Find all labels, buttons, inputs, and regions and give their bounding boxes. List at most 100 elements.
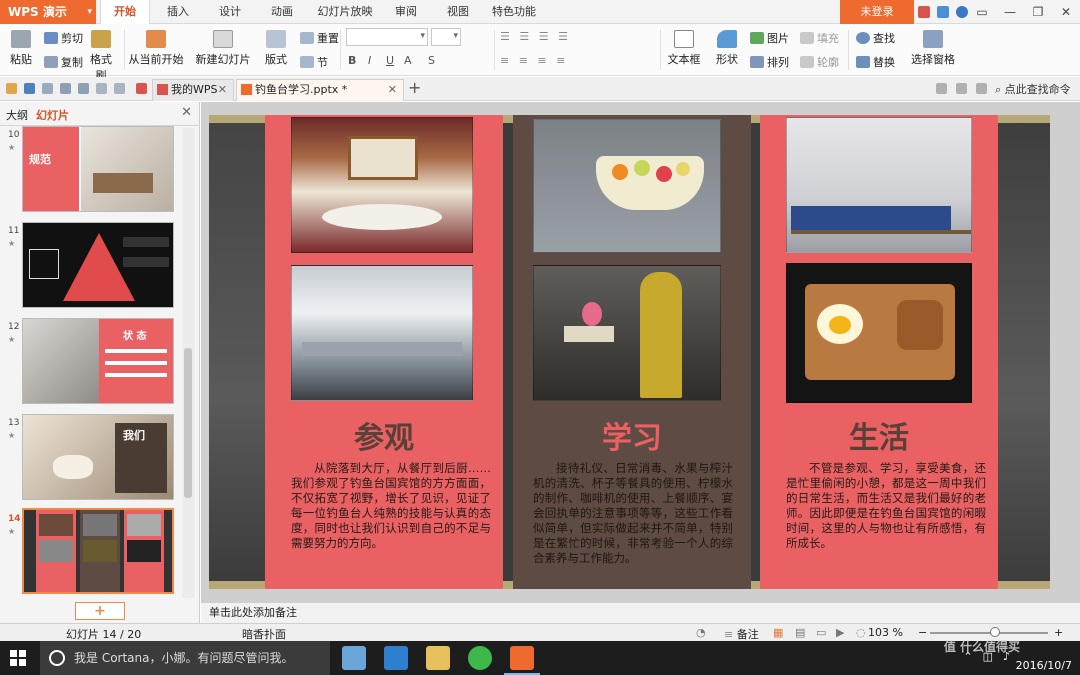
close-icon[interactable]: ✕	[1052, 0, 1080, 24]
zoom-slider[interactable]	[930, 632, 1048, 634]
underline-icon[interactable]: U	[386, 54, 394, 67]
shirt-icon[interactable]	[937, 6, 949, 18]
help-icon[interactable]	[956, 6, 968, 18]
zoom-level[interactable]: 103 %	[868, 626, 903, 639]
command-search[interactable]: ⌕ 点此查找命令	[995, 81, 1071, 97]
tab-slides[interactable]: 幻灯片	[36, 107, 69, 123]
select-pane-button[interactable]: 选择窗格	[910, 30, 956, 67]
close-icon[interactable]: ✕	[388, 80, 397, 100]
browser-app-icon[interactable]	[468, 646, 492, 670]
login-button[interactable]: 未登录	[840, 0, 914, 24]
thumbnail-text: 我们	[123, 429, 145, 442]
reading-view-icon[interactable]: ▭	[816, 626, 826, 639]
layout-button[interactable]: 版式	[260, 30, 292, 67]
italic-icon[interactable]: I	[368, 54, 371, 67]
notes-placeholder: 单击此处添加备注	[209, 606, 297, 619]
panel-visit[interactable]: 参观 从院落到大厅，从餐厅到后厨……我们参观了钓鱼台国宾馆的方方面面，不仅拓宽了…	[265, 115, 503, 589]
collapse-icon[interactable]	[976, 83, 987, 94]
paragraph-icons[interactable]: ☰ ☰ ☰ ☰	[500, 30, 571, 43]
clock[interactable]: 2016/10/7	[1016, 643, 1072, 673]
tab-features[interactable]: 特色功能	[490, 0, 538, 24]
align-icons[interactable]: ≡ ≡ ≡ ≡	[500, 54, 568, 67]
panel-life[interactable]: 生活 不管是参观、学习，享受美食，还是忙里偷闲的小憩，都是这一周中我们的日常生活…	[760, 115, 998, 589]
wps-app-icon[interactable]	[504, 646, 540, 675]
panel-study[interactable]: 学习 接待礼仪、日常消毒、水果与榨汁机的清洗、杯子等餐具的使用、柠檬水的制作、咖…	[513, 115, 751, 589]
sorter-view-icon[interactable]: ▤	[795, 626, 805, 639]
slide[interactable]: 参观 从院落到大厅，从餐厅到后厨……我们参观了钓鱼台国宾馆的方方面面，不仅拓宽了…	[209, 115, 1050, 589]
tips-icon[interactable]: ◌	[856, 626, 866, 639]
tab-insert[interactable]: 插入	[160, 0, 196, 24]
tab-document[interactable]: 钓鱼台学习.pptx * ✕	[236, 79, 404, 101]
format-painter-button[interactable]: 格式刷	[86, 30, 116, 83]
picture-button[interactable]: 图片	[750, 30, 789, 46]
zoom-out-icon[interactable]: −	[918, 626, 927, 639]
tab-view[interactable]: 视图	[440, 0, 476, 24]
textbox-button[interactable]: 文本框	[664, 30, 704, 67]
section-button[interactable]: 节	[300, 54, 328, 70]
replace-button[interactable]: 替换	[856, 54, 895, 70]
edge-app-icon[interactable]	[384, 646, 408, 670]
shape-button[interactable]: 形状	[710, 30, 744, 67]
font-size-select[interactable]	[431, 28, 461, 46]
zoom-slider-handle[interactable]	[989, 627, 1000, 637]
outline-button[interactable]: 轮廓	[800, 54, 839, 70]
arrange-button[interactable]: 排列	[750, 54, 789, 70]
copy-button[interactable]: 复制	[44, 54, 83, 70]
normal-view-icon[interactable]: ▦	[773, 626, 783, 639]
cortana-search-box[interactable]: 我是 Cortana，小娜。有问题尽管问我。	[40, 641, 330, 675]
paste-button[interactable]: 粘贴	[6, 30, 36, 67]
maximize-icon[interactable]: ❐	[1024, 0, 1052, 24]
close-icon[interactable]: ✕	[181, 105, 192, 120]
separator	[124, 30, 125, 70]
minimize-icon[interactable]: —	[996, 0, 1024, 24]
pin-icon[interactable]	[136, 83, 147, 94]
file-icon[interactable]	[956, 83, 967, 94]
tab-slideshow[interactable]: 幻灯片放映	[316, 0, 374, 24]
cut-button[interactable]: 剪切	[44, 30, 83, 46]
add-tab-icon[interactable]: +	[408, 78, 421, 97]
app-menu-button[interactable]: WPS 演示 ▾	[0, 0, 96, 24]
tab-outline[interactable]: 大纲	[6, 107, 28, 123]
shape-icon	[717, 30, 737, 48]
find-button[interactable]: 查找	[856, 30, 895, 46]
site-watermark: 值 什么值得买	[943, 640, 1020, 654]
preview-icon[interactable]	[78, 83, 89, 94]
slideshow-view-icon[interactable]: ▶	[836, 626, 844, 639]
redo-icon[interactable]	[114, 83, 125, 94]
print-icon[interactable]	[60, 83, 71, 94]
strikethrough-icon[interactable]: S	[428, 54, 435, 67]
windows-start-icon[interactable]	[10, 650, 26, 666]
save-icon[interactable]	[24, 83, 35, 94]
bold-icon[interactable]: B	[348, 54, 356, 67]
from-current-button[interactable]: 从当前开始	[128, 30, 184, 67]
tab-my-wps[interactable]: 我的WPS ✕	[152, 79, 234, 101]
open-icon[interactable]	[6, 83, 17, 94]
file-explorer-app-icon[interactable]	[426, 646, 450, 670]
reset-button[interactable]: 重置	[300, 30, 339, 46]
close-icon[interactable]: ✕	[218, 80, 227, 100]
tab-home[interactable]: 开始	[100, 0, 150, 24]
font-family-select[interactable]	[346, 28, 428, 46]
tab-design[interactable]: 设计	[212, 0, 248, 24]
undo-icon[interactable]	[96, 83, 107, 94]
restore-icon[interactable]: ▭	[968, 0, 996, 24]
scrollbar-thumb[interactable]	[184, 348, 192, 498]
add-slide-button[interactable]: +	[75, 602, 125, 620]
fill-button[interactable]: 填充	[800, 30, 839, 46]
panel-scrollbar[interactable]	[182, 128, 194, 598]
picture-label: 图片	[767, 32, 789, 45]
explorer-app-icon[interactable]	[342, 646, 366, 670]
notes-toggle[interactable]: ≡ 备注	[724, 626, 759, 642]
clock-date: 2016/10/7	[1015, 659, 1072, 672]
star-icon: ★	[8, 239, 16, 248]
tab-animation[interactable]: 动画	[264, 0, 300, 24]
export-icon[interactable]	[42, 83, 53, 94]
tab-review[interactable]: 审阅	[388, 0, 424, 24]
new-slide-button[interactable]: 新建幻灯片	[194, 30, 252, 67]
skin-icon[interactable]	[918, 6, 930, 18]
spellcheck-icon[interactable]: ◔	[696, 626, 706, 639]
notes-pane[interactable]: 单击此处添加备注	[201, 602, 1080, 623]
cursor-icon[interactable]	[936, 83, 947, 94]
font-color-icon[interactable]: A	[404, 54, 412, 67]
zoom-in-icon[interactable]: +	[1054, 626, 1063, 639]
